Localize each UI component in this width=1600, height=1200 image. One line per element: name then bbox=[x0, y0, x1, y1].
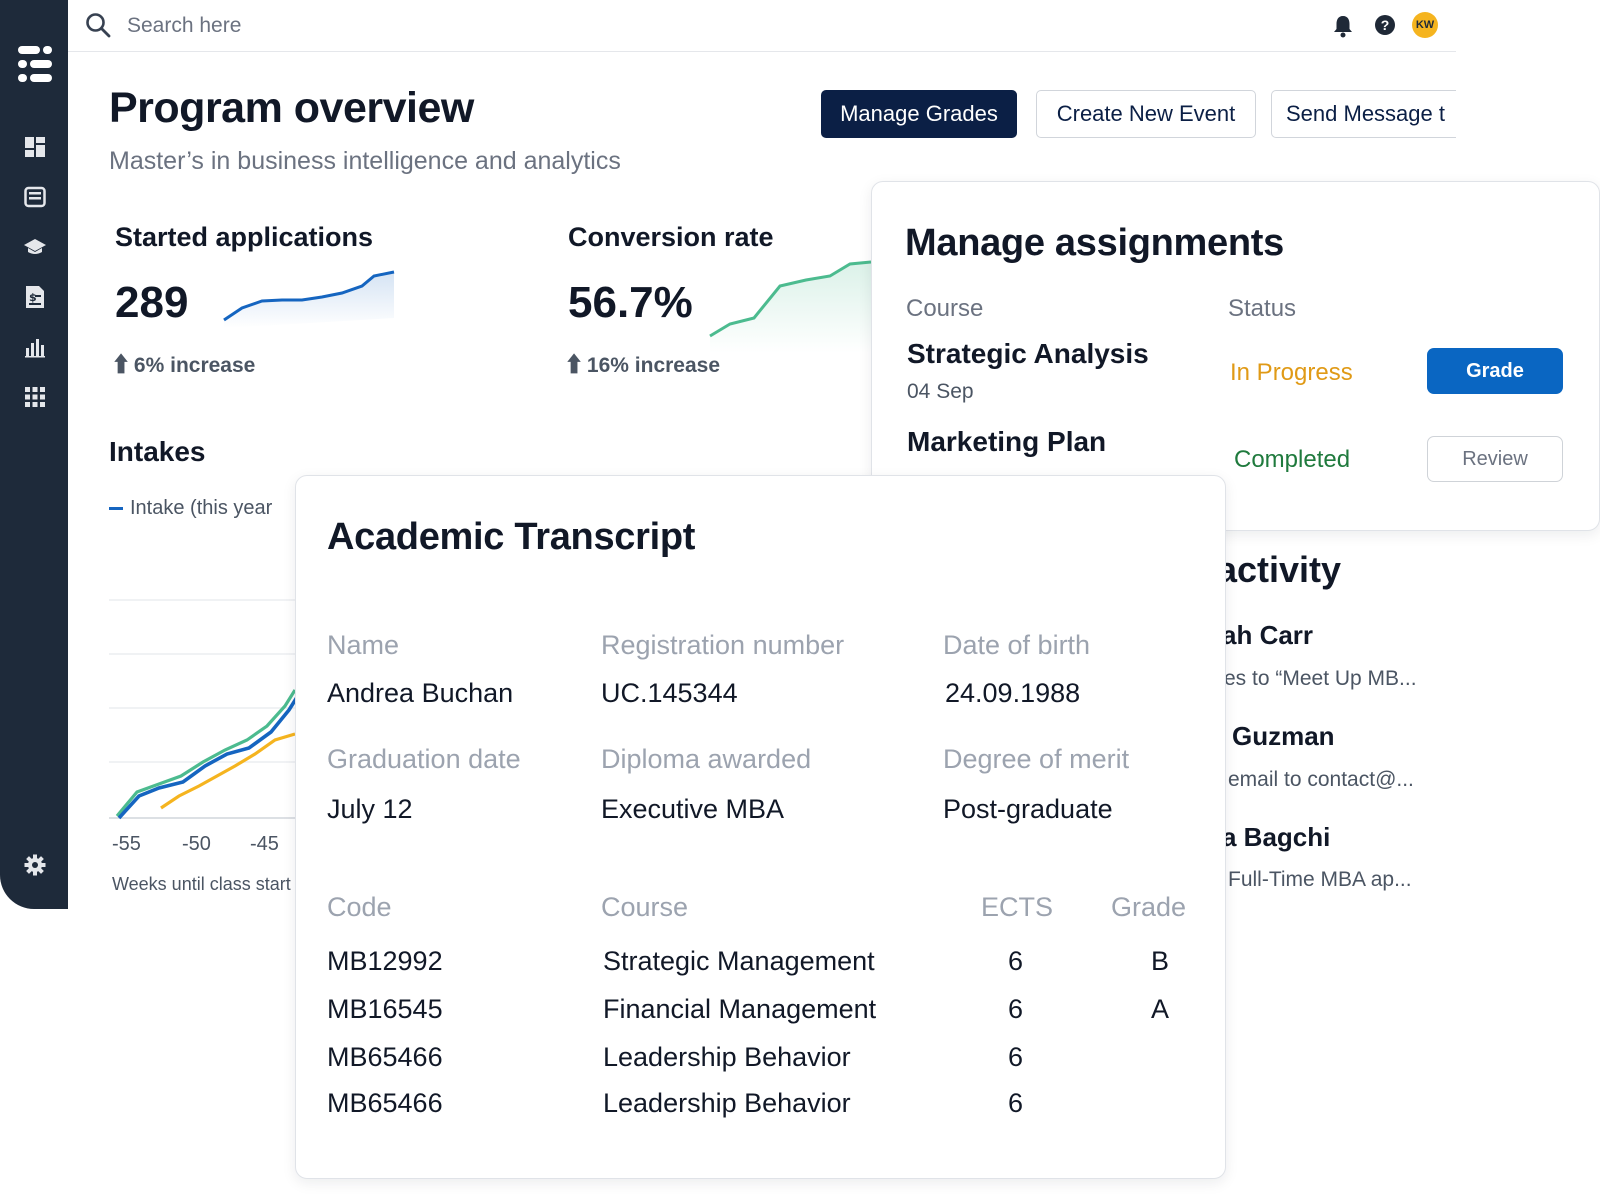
field-value-graduation: July 12 bbox=[327, 794, 413, 824]
activity-name[interactable]: ah Carr bbox=[1222, 620, 1313, 651]
cell-ects: 6 bbox=[1008, 994, 1024, 1024]
legend-swatch bbox=[109, 507, 123, 511]
column-header-ects: ECTS bbox=[981, 892, 1054, 922]
column-header-code: Code bbox=[327, 892, 392, 922]
notification-bell-icon[interactable] bbox=[1332, 14, 1354, 38]
manage-grades-button[interactable]: Manage Grades bbox=[821, 90, 1017, 138]
intake-series-2-line bbox=[115, 689, 297, 818]
cell-code: MB12992 bbox=[327, 946, 443, 976]
kpi-label-started-applications: Started applications bbox=[115, 222, 374, 252]
analytics-icon[interactable] bbox=[23, 335, 47, 359]
cell-course: Financial Management bbox=[603, 994, 877, 1024]
cell-code: MB65466 bbox=[327, 1042, 443, 1072]
card-title: Academic Transcript bbox=[327, 516, 696, 558]
cell-ects: 6 bbox=[1008, 1088, 1024, 1118]
field-value-merit: Post-graduate bbox=[943, 794, 1113, 824]
search-input[interactable] bbox=[125, 8, 529, 44]
activity-name[interactable]: a Bagchi bbox=[1222, 822, 1330, 853]
intakes-chart bbox=[109, 599, 299, 820]
intake-this-year-line bbox=[117, 693, 299, 820]
settings-gear-icon[interactable] bbox=[23, 853, 47, 877]
billing-icon[interactable]: $ bbox=[23, 285, 47, 309]
kpi-value-conversion-rate: 56.7% bbox=[568, 278, 693, 327]
field-value-dob: 24.09.1988 bbox=[945, 678, 1081, 708]
x-tick: -55 bbox=[112, 833, 141, 855]
field-label-name: Name bbox=[327, 630, 400, 660]
kpi-label-conversion-rate: Conversion rate bbox=[568, 222, 774, 252]
x-tick: -50 bbox=[182, 833, 211, 855]
conversion-rate-sparkline bbox=[709, 260, 872, 353]
intakes-title: Intakes bbox=[109, 436, 206, 467]
field-label-diploma: Diploma awarded bbox=[601, 744, 812, 774]
column-header-status: Status bbox=[1228, 295, 1297, 322]
field-label-graduation: Graduation date bbox=[327, 744, 521, 774]
cell-grade: A bbox=[1151, 994, 1170, 1024]
top-bar: ? KW bbox=[68, 0, 1456, 52]
inbox-icon[interactable] bbox=[23, 185, 47, 209]
status-completed: Completed bbox=[1234, 446, 1351, 473]
svg-text:$: $ bbox=[29, 291, 37, 304]
field-value-diploma: Executive MBA bbox=[601, 794, 785, 824]
page-subtitle: Master’s in business intelligence and an… bbox=[109, 147, 621, 175]
graduation-cap-icon[interactable] bbox=[23, 235, 47, 259]
kpi-change-started-applications: 🠱 6% increase bbox=[114, 351, 255, 386]
cell-ects: 6 bbox=[1008, 1042, 1024, 1072]
kpi-change-text: 16% increase bbox=[586, 354, 721, 377]
started-applications-sparkline bbox=[223, 270, 395, 328]
field-label-merit: Degree of merit bbox=[943, 744, 1130, 774]
academic-transcript-card: Academic Transcript Name Andrea Buchan R… bbox=[295, 475, 1226, 1179]
page-title: Program overview bbox=[109, 84, 474, 132]
cell-grade: B bbox=[1151, 946, 1170, 976]
kpi-value-started-applications: 289 bbox=[115, 278, 189, 327]
intakes-legend: Intake (this year bbox=[109, 497, 272, 520]
cell-ects: 6 bbox=[1008, 946, 1024, 976]
x-axis-label: Weeks until class start bbox=[112, 874, 291, 894]
app-logo-icon[interactable] bbox=[16, 44, 54, 84]
card-title: Manage assignments bbox=[905, 222, 1284, 264]
field-value-registration: UC.145344 bbox=[601, 678, 738, 708]
send-message-button[interactable]: Send Message t bbox=[1271, 90, 1456, 138]
intake-series-3-line bbox=[160, 732, 296, 810]
column-header-grade: Grade bbox=[1111, 892, 1187, 922]
grade-button[interactable]: Grade bbox=[1427, 348, 1563, 394]
assignment-course[interactable]: Marketing Plan bbox=[907, 426, 1106, 458]
status-in-progress: In Progress bbox=[1230, 359, 1353, 386]
cell-code: MB65466 bbox=[327, 1088, 443, 1118]
kpi-change-conversion-rate: 🠱 16% increase bbox=[567, 351, 720, 386]
cell-course: Strategic Management bbox=[603, 946, 875, 976]
assignment-date: 04 Sep bbox=[907, 380, 974, 403]
arrow-up-icon: 🠱 bbox=[567, 354, 582, 377]
sidebar: $ bbox=[0, 0, 68, 909]
arrow-up-icon: 🠱 bbox=[114, 354, 129, 377]
legend-label: Intake (this year bbox=[130, 497, 273, 519]
kpi-change-text: 6% increase bbox=[133, 354, 256, 377]
activity-description: email to contact@... bbox=[1228, 768, 1414, 791]
x-tick: -45 bbox=[250, 833, 279, 855]
activity-name[interactable]: Guzman bbox=[1232, 721, 1335, 752]
field-label-registration: Registration number bbox=[601, 630, 845, 660]
activity-description: es to “Meet Up MB... bbox=[1224, 667, 1417, 690]
cell-course: Leadership Behavior bbox=[603, 1088, 851, 1118]
user-avatar[interactable]: KW bbox=[1412, 12, 1438, 38]
activity-description: Full-Time MBA ap... bbox=[1228, 868, 1412, 891]
create-new-event-button[interactable]: Create New Event bbox=[1036, 90, 1256, 138]
assignment-course[interactable]: Strategic Analysis bbox=[907, 338, 1149, 370]
dashboard-icon[interactable] bbox=[23, 135, 47, 159]
cell-code: MB16545 bbox=[327, 994, 443, 1024]
column-header-course: Course bbox=[601, 892, 689, 922]
field-value-name: Andrea Buchan bbox=[327, 678, 514, 708]
column-header-course: Course bbox=[906, 295, 984, 322]
field-label-dob: Date of birth bbox=[943, 630, 1091, 660]
search-icon bbox=[86, 13, 111, 38]
help-icon[interactable]: ? bbox=[1375, 15, 1395, 35]
apps-grid-icon[interactable] bbox=[23, 385, 47, 409]
recent-activity-title: activity bbox=[1217, 549, 1342, 590]
review-button[interactable]: Review bbox=[1427, 436, 1563, 482]
cell-course: Leadership Behavior bbox=[603, 1042, 851, 1072]
